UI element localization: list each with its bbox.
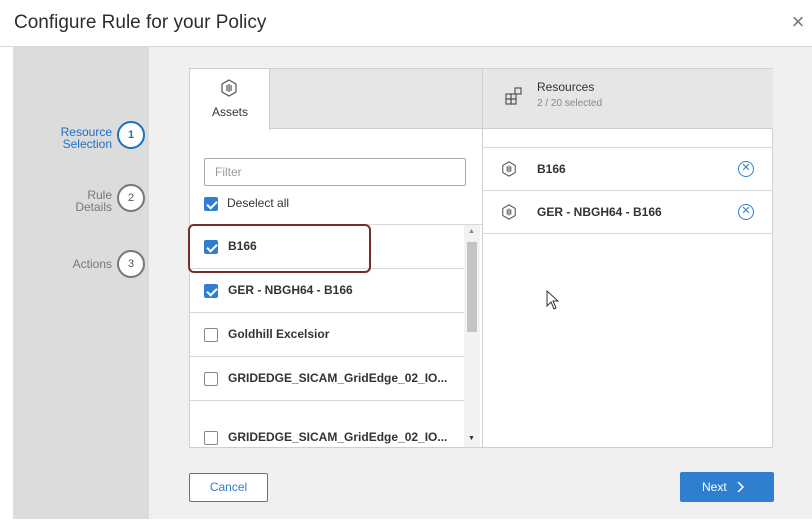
deselect-all-checkbox[interactable]: Deselect all	[204, 195, 404, 213]
close-icon[interactable]: ×	[788, 11, 808, 33]
checkbox[interactable]	[204, 328, 218, 342]
checkbox[interactable]	[204, 284, 218, 298]
resources-count: 2 / 20 selected	[537, 98, 603, 109]
selection-highlight	[188, 224, 371, 273]
list-item[interactable]: Goldhill Excelsior	[190, 313, 464, 357]
list-scrollbar[interactable]: ▲ ▼	[464, 225, 480, 447]
resources-title: Resources	[537, 80, 595, 94]
resources-icon	[505, 87, 522, 105]
asset-icon	[221, 79, 237, 97]
next-button[interactable]: Next	[680, 472, 774, 502]
list-item-label: GRIDEDGE_SICAM_GridEdge_02_IO...	[228, 430, 448, 444]
step-label: Rule Details	[75, 188, 112, 214]
asset-icon	[502, 204, 516, 220]
selected-resource-item: B166 ✕	[483, 148, 773, 191]
step-label: Actions	[72, 257, 112, 271]
mouse-cursor-icon	[546, 290, 560, 310]
resources-column: Resources 2 / 20 selected B166 ✕ GER - N…	[482, 69, 773, 447]
chevron-right-icon	[737, 482, 745, 492]
configure-rule-dialog: Configure Rule for your Policy × Resourc…	[0, 0, 812, 525]
scroll-up-icon[interactable]: ▲	[468, 228, 475, 235]
step-number: 3	[117, 250, 145, 278]
remove-icon[interactable]: ✕	[738, 161, 754, 177]
resources-header: Resources 2 / 20 selected	[483, 69, 773, 129]
selected-resource-label: GER - NBGH64 - B166	[537, 205, 662, 219]
cancel-button[interactable]: Cancel	[189, 473, 268, 502]
remove-icon[interactable]: ✕	[738, 204, 754, 220]
selected-resources-list: B166 ✕ GER - NBGH64 - B166 ✕	[483, 147, 773, 234]
deselect-all-label: Deselect all	[227, 196, 290, 210]
checkbox[interactable]	[204, 372, 218, 386]
list-item-label: Goldhill Excelsior	[228, 327, 330, 341]
scroll-thumb[interactable]	[467, 242, 477, 332]
step-actions[interactable]: Actions 3	[13, 247, 149, 287]
asset-icon	[502, 161, 516, 177]
tab-assets-label: Assets	[211, 105, 248, 119]
dialog-titlebar: Configure Rule for your Policy ×	[0, 0, 812, 47]
step-resource-selection[interactable]: Resource Selection 1	[13, 117, 149, 157]
filter-input[interactable]	[204, 158, 466, 186]
dialog-title: Configure Rule for your Policy	[14, 12, 267, 33]
list-item-label: GRIDEDGE_SICAM_GridEdge_02_IO...	[228, 371, 448, 385]
step-number: 2	[117, 184, 145, 212]
checkbox[interactable]	[204, 197, 218, 211]
list-item[interactable]: GRIDEDGE_SICAM_GridEdge_02_IO...	[190, 416, 464, 447]
list-item[interactable]: GER - NBGH64 - B166	[190, 269, 464, 313]
checkbox[interactable]	[204, 431, 218, 445]
stepper: Resource Selection 1 Rule Details 2 Acti…	[13, 47, 149, 519]
list-item-label: GER - NBGH64 - B166	[228, 283, 353, 297]
step-rule-details[interactable]: Rule Details 2	[13, 182, 149, 222]
tab-assets[interactable]: Assets	[190, 69, 270, 130]
next-label: Next	[702, 480, 727, 494]
list-item[interactable]: GRIDEDGE_SICAM_GridEdge_02_IO...	[190, 357, 464, 401]
scroll-down-icon[interactable]: ▼	[468, 435, 475, 442]
step-label: Resource Selection	[60, 125, 112, 151]
selected-resource-item: GER - NBGH64 - B166 ✕	[483, 191, 773, 234]
step-number: 1	[117, 121, 145, 149]
tab-strip: Assets	[190, 69, 482, 130]
selected-resource-label: B166	[537, 162, 566, 176]
